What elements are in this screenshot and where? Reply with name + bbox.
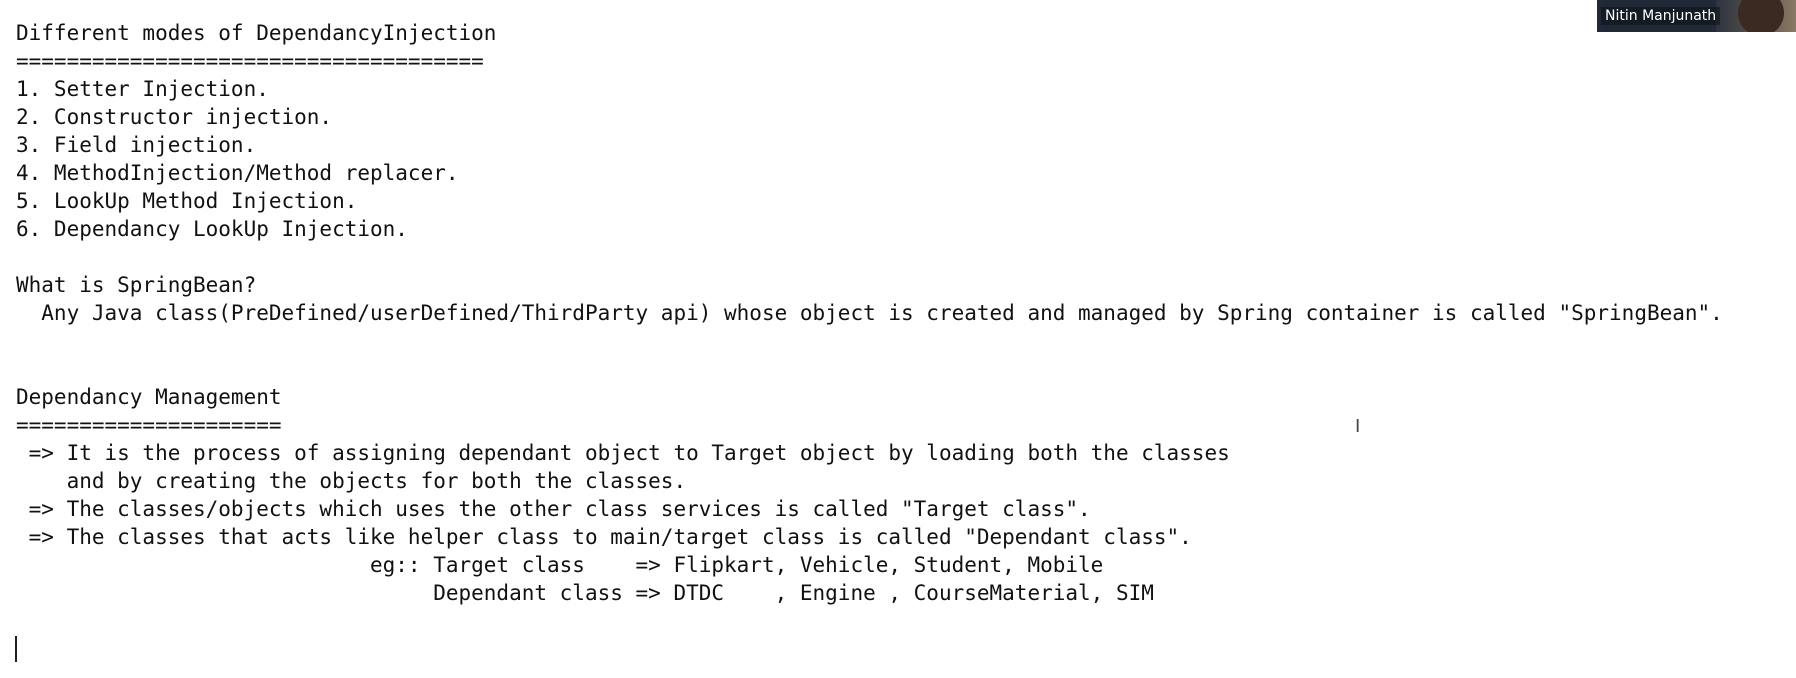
list-item: 3. Field injection. <box>16 133 257 157</box>
underline-line: ===================== <box>16 413 282 437</box>
heading-line: Different modes of DependancyInjection <box>16 21 497 45</box>
text-line: and by creating the objects for both the… <box>16 469 687 493</box>
video-thumbnail[interactable]: Nitin Manjunath <box>1597 0 1796 32</box>
text-line: Dependant class => DTDC , Engine , Cours… <box>16 581 1154 605</box>
text-caret <box>15 636 17 662</box>
text-line: => The classes that acts like helper cla… <box>16 525 1192 549</box>
list-item: 6. Dependancy LookUp Injection. <box>16 217 408 241</box>
text-line: eg:: Target class => Flipkart, Vehicle, … <box>16 553 1104 577</box>
participant-video <box>1738 0 1784 32</box>
list-item: 4. MethodInjection/Method replacer. <box>16 161 459 185</box>
text-cursor-icon: I <box>1355 416 1361 437</box>
text-line: Any Java class(PreDefined/userDefined/Th… <box>16 301 1723 325</box>
participant-name: Nitin Manjunath <box>1601 7 1721 25</box>
heading-line: What is SpringBean? <box>16 273 257 297</box>
text-line: => The classes/objects which uses the ot… <box>16 497 1091 521</box>
list-item: 5. LookUp Method Injection. <box>16 189 358 213</box>
underline-line: ===================================== <box>16 49 484 73</box>
text-editor[interactable]: Different modes of DependancyInjection =… <box>0 0 1796 678</box>
list-item: 2. Constructor injection. <box>16 105 333 129</box>
list-item: 1. Setter Injection. <box>16 77 269 101</box>
heading-line: Dependancy Management <box>16 385 282 409</box>
document-text[interactable]: Different modes of DependancyInjection =… <box>16 19 1723 607</box>
text-line: => It is the process of assigning depend… <box>16 441 1230 465</box>
